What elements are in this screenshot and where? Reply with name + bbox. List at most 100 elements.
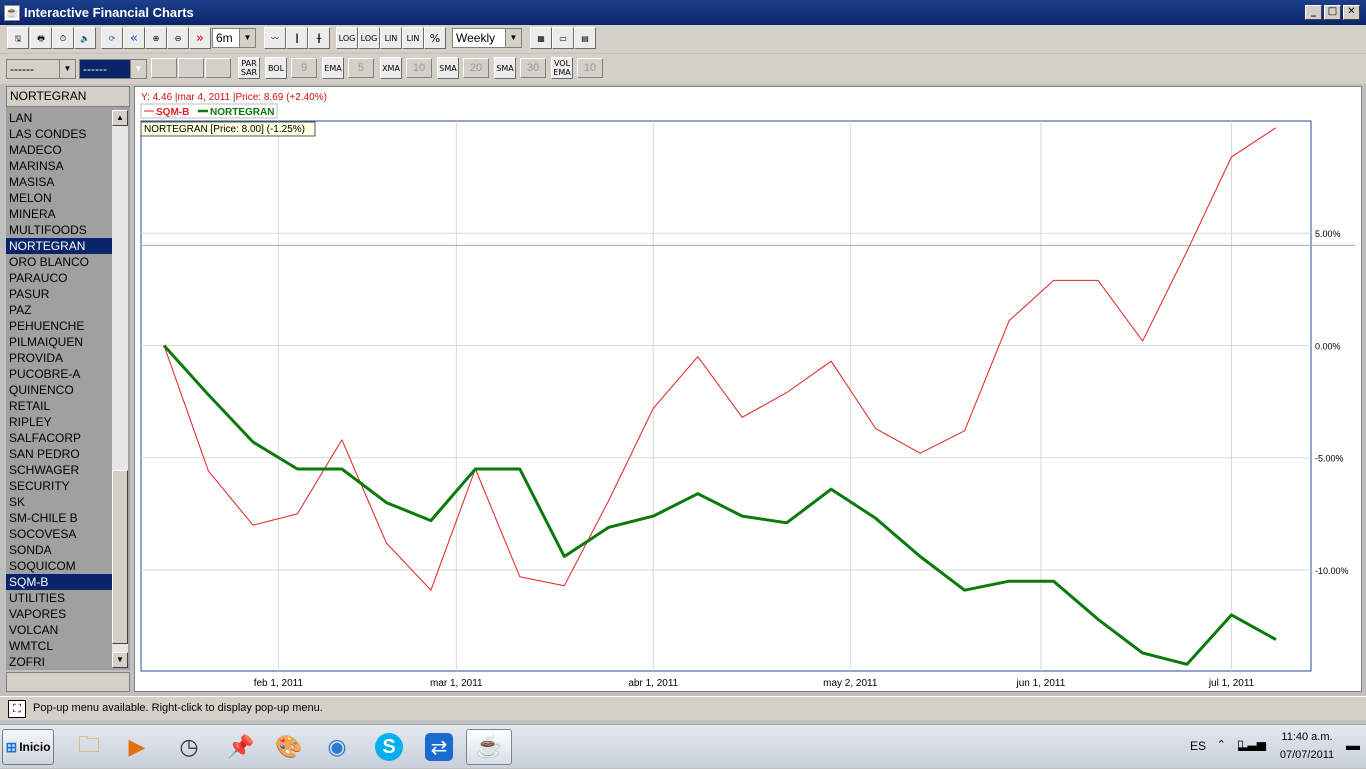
symbol-list-item[interactable]: SONDA (6, 542, 112, 558)
indicator-select-2[interactable]: ------ ▼ (79, 59, 147, 79)
ema-period-field[interactable]: 5 (348, 58, 374, 78)
log-compare-button[interactable]: LOG (358, 27, 380, 49)
taskbar-chrome-icon[interactable]: ◉ (314, 729, 360, 765)
bar-chart-icon[interactable]: ┃ (286, 27, 308, 49)
lin-button[interactable]: LIN (380, 27, 402, 49)
symbol-list-item[interactable]: SM-CHILE B (6, 510, 112, 526)
symbol-list-item[interactable]: SCHWAGER (6, 462, 112, 478)
taskbar-explorer-icon[interactable]: 🗀 (66, 729, 112, 765)
taskbar-paint-icon[interactable]: 🎨 (266, 729, 312, 765)
save-icon[interactable]: 🖫 (7, 27, 29, 49)
param-field-1[interactable] (151, 58, 177, 78)
signal-icon[interactable]: ▂▃▅ (1238, 737, 1266, 751)
zoom-out-icon[interactable]: ⊖ (167, 27, 189, 49)
percent-button[interactable]: % (424, 27, 446, 49)
symbol-list-item[interactable]: MULTIFOODS (6, 222, 112, 238)
taskbar-skype-icon[interactable]: S (366, 729, 412, 765)
sma-3-button[interactable]: SMA (494, 57, 516, 79)
symbol-list-item[interactable]: VOLCAN (6, 622, 112, 638)
symbol-list-item[interactable]: PROVIDA (6, 350, 112, 366)
symbol-list-item[interactable]: MASISA (6, 174, 112, 190)
timer-icon[interactable]: ⏱ (52, 27, 74, 49)
symbol-list-item[interactable]: MINERA (6, 206, 112, 222)
symbol-list-item[interactable]: PUCOBRE-A (6, 366, 112, 382)
tray-date[interactable]: 07/07/2011 (1276, 749, 1338, 761)
symbol-list-item[interactable]: SK (6, 494, 112, 510)
sound-icon[interactable]: 🔈 (74, 27, 96, 49)
par-sar-button[interactable]: PAR SAR (238, 57, 260, 79)
symbol-list-item[interactable]: PAZ (6, 302, 112, 318)
start-button[interactable]: ⊞ Inicio (2, 729, 54, 765)
symbol-list-item[interactable]: SOQUICOM (6, 558, 112, 574)
chart-window-icon[interactable]: ▭ (552, 27, 574, 49)
symbol-list-item[interactable]: LAS CONDES (6, 126, 112, 142)
chart-area[interactable]: feb 1, 2011 mar 1, 2011 abr 1, 2011 may 2, … (134, 86, 1362, 692)
scroll-up-icon[interactable]: ▲ (112, 110, 128, 126)
show-desktop-icon[interactable]: ▬ (1346, 737, 1360, 753)
sma-3-period-field[interactable]: 30 (520, 58, 546, 78)
param-field-3[interactable] (205, 58, 231, 78)
symbol-list-item[interactable]: NORTEGRAN (6, 238, 112, 254)
symbol-search-input[interactable]: NORTEGRAN (6, 86, 130, 107)
symbol-list-item[interactable]: QUINENCO (6, 382, 112, 398)
taskbar-pin-icon[interactable]: 📌 (218, 729, 264, 765)
maximize-button[interactable]: □ (1324, 5, 1341, 20)
symbol-list-item[interactable]: VAPORES (6, 606, 112, 622)
vol-ema-period-field[interactable]: 10 (577, 58, 603, 78)
symbol-list-item[interactable]: MELON (6, 190, 112, 206)
tray-time[interactable]: 11:40 a.m. (1276, 731, 1338, 743)
symbol-list-item[interactable]: UTILITIES (6, 590, 112, 606)
taskbar-teamviewer-icon[interactable]: ⇄ (416, 729, 462, 765)
ema-button[interactable]: EMA (322, 57, 344, 79)
line-chart[interactable]: feb 1, 2011 mar 1, 2011 abr 1, 2011 may 2, … (135, 87, 1361, 691)
symbol-list-item[interactable]: ORO BLANCO (6, 254, 112, 270)
symbol-list-scrollbar[interactable]: ▲ ▼ (112, 110, 128, 668)
symbol-list-item[interactable]: LAN (6, 110, 112, 126)
language-indicator[interactable]: ES (1190, 739, 1206, 753)
chart-settings-icon[interactable]: ▤ (574, 27, 596, 49)
symbol-list-item[interactable]: SAN PEDRO (6, 446, 112, 462)
scroll-down-icon[interactable]: ▼ (112, 652, 128, 668)
symbol-list-item[interactable]: SALFACORP (6, 430, 112, 446)
zoom-in-icon[interactable]: ⊕ (145, 27, 167, 49)
symbol-list-item[interactable]: PILMAIQUEN (6, 334, 112, 350)
symbol-list-item[interactable]: PASUR (6, 286, 112, 302)
period-select[interactable]: 6m ▼ (212, 28, 256, 48)
taskbar-clock-icon[interactable]: ◷ (166, 729, 212, 765)
symbol-list-item[interactable]: SQM-B (6, 574, 112, 590)
scroll-right-icon[interactable]: » (189, 27, 211, 49)
sma-2-period-field[interactable]: 20 (463, 58, 489, 78)
symbol-list-item[interactable]: RIPLEY (6, 414, 112, 430)
tray-expand-icon[interactable]: ⌃ (1217, 738, 1226, 751)
refresh-icon[interactable]: ⟳ (101, 27, 123, 49)
scroll-thumb[interactable] (112, 470, 128, 644)
sma-2-button[interactable]: SMA (437, 57, 459, 79)
symbol-list-item[interactable]: RETAIL (6, 398, 112, 414)
color-palette-icon[interactable]: ▦ (530, 27, 552, 49)
scroll-left-icon[interactable]: « (123, 27, 145, 49)
symbol-list-item[interactable]: MADECO (6, 142, 112, 158)
param-field-2[interactable] (178, 58, 204, 78)
symbol-list-item[interactable]: SOCOVESA (6, 526, 112, 542)
line-chart-icon[interactable]: 〰 (264, 27, 286, 49)
symbol-list-item[interactable]: PARAUCO (6, 270, 112, 286)
symbol-list-item[interactable]: ZOFRI (6, 654, 112, 670)
lin-compare-button[interactable]: LIN (402, 27, 424, 49)
bol-period-field[interactable]: 9 (291, 58, 317, 78)
minimize-button[interactable]: _ (1305, 5, 1322, 20)
interval-select[interactable]: Weekly ▼ (452, 28, 522, 48)
symbol-list-item[interactable]: PEHUENCHE (6, 318, 112, 334)
symbol-list-item[interactable]: MARINSA (6, 158, 112, 174)
close-button[interactable]: ✕ (1343, 5, 1360, 20)
log-button[interactable]: LOG (336, 27, 358, 49)
symbol-list-item[interactable]: WMTCL (6, 638, 112, 654)
print-icon[interactable]: 🖶 (30, 27, 52, 49)
vol-ema-button[interactable]: VOL EMA (551, 57, 573, 79)
candlestick-icon[interactable]: ╂ (308, 27, 330, 49)
bol-button[interactable]: BOL (265, 57, 287, 79)
xma-period-field[interactable]: 10 (406, 58, 432, 78)
taskbar-media-player-icon[interactable]: ▶ (114, 729, 160, 765)
taskbar-java-icon[interactable]: ☕ (466, 729, 512, 765)
indicator-select-1[interactable]: ------ ▼ (6, 59, 76, 79)
symbol-list-item[interactable]: SECURITY (6, 478, 112, 494)
